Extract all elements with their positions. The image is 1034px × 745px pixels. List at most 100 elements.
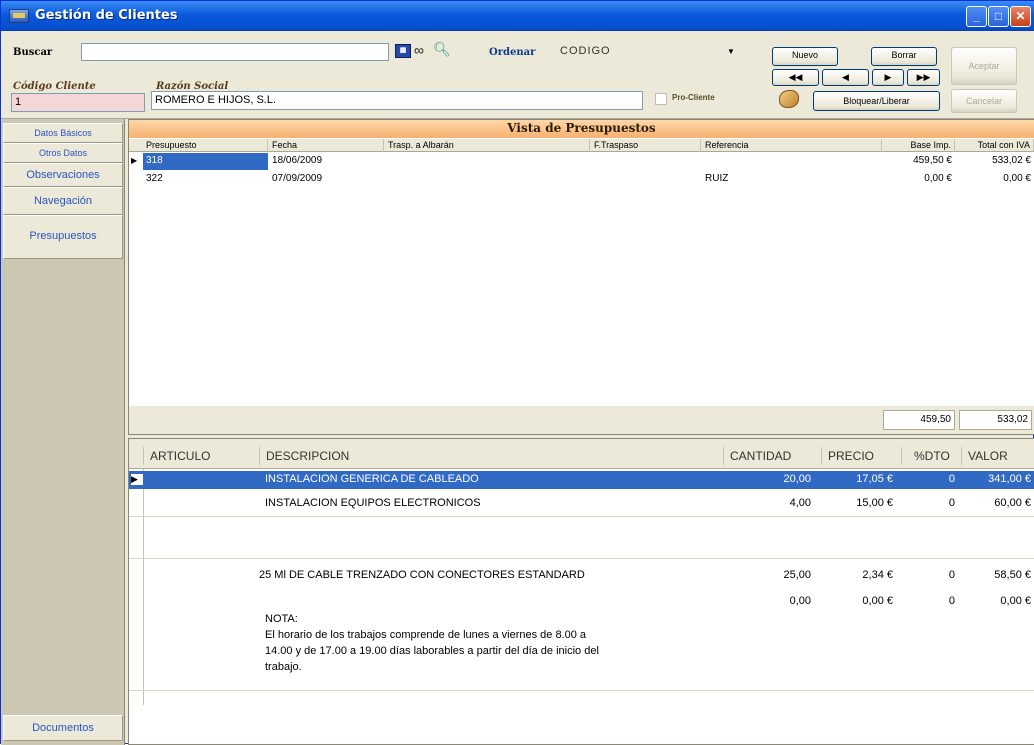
cell-price[interactable]: 17,05 € [821, 473, 893, 485]
budgets-summary: 459,50 533,02 [129, 406, 1034, 434]
previous-record-button[interactable]: ◀ [822, 69, 869, 86]
cell-base[interactable]: 459,50 € [883, 153, 955, 170]
column-header-date[interactable]: Fecha [269, 139, 384, 152]
note-text[interactable]: NOTA: El horario de los trabajos compren… [265, 611, 721, 675]
delete-button[interactable]: Borrar [871, 47, 937, 66]
cell-date[interactable]: 07/09/2009 [269, 171, 384, 188]
eraser-icon[interactable] [779, 90, 799, 108]
table-row[interactable]: 0,00 0,00 € 0 0,00 € NOTA: El horario de… [129, 591, 1034, 691]
cell-quantity[interactable]: 0,00 [723, 595, 811, 607]
cell-budget[interactable]: 322 [143, 171, 268, 188]
cancel-button[interactable]: Cancelar [951, 89, 1017, 113]
cell-budget[interactable]: 318 [143, 153, 268, 170]
client-code-input[interactable]: 1 [11, 93, 145, 112]
chevron-down-icon[interactable]: ▼ [727, 47, 735, 56]
cell-quantity[interactable]: 20,00 [723, 473, 811, 485]
cell-value[interactable]: 341,00 € [961, 473, 1031, 485]
column-header-reference[interactable]: Referencia [702, 139, 882, 152]
cell-base[interactable]: 0,00 € [883, 171, 955, 188]
cell-description[interactable]: 25 Ml DE CABLE TRENZADO CON CONECTORES E… [259, 569, 721, 581]
sidebar-item-navigation[interactable]: Navegación [3, 187, 123, 215]
column-header-price[interactable]: PRECIO [821, 447, 901, 465]
new-button[interactable]: Nuevo [772, 47, 838, 66]
keyboard-icon[interactable]: ▦ [395, 44, 411, 58]
cell-transfer[interactable] [385, 171, 590, 188]
search-input[interactable] [81, 43, 389, 61]
cell-transfer-date[interactable] [591, 171, 701, 188]
order-select[interactable]: CODIGO [557, 43, 749, 61]
table-row[interactable]: ▶ INSTALACION GENERICA DE CABLEADO 20,00… [129, 471, 1034, 489]
cell-price[interactable]: 15,00 € [821, 497, 893, 509]
title-bar: Gestión de Clientes _ □ ✕ [1, 1, 1034, 31]
cell-reference[interactable] [702, 153, 882, 170]
cell-quantity[interactable]: 25,00 [723, 569, 811, 581]
toolbar: Buscar ▦ ∞ 🔍︎ Ordenar CODIGO ▼ Código Cl… [1, 31, 1034, 119]
cell-value[interactable]: 58,50 € [961, 569, 1031, 581]
search-label: Buscar [13, 47, 53, 58]
cell-quantity[interactable]: 4,00 [723, 497, 811, 509]
table-row[interactable]: 25 Ml DE CABLE TRENZADO CON CONECTORES E… [129, 537, 1034, 581]
table-row[interactable]: INSTALACION EQUIPOS ELECTRONICOS 4,00 15… [129, 495, 1034, 517]
sidebar: Datos Básicos Otros Datos Observaciones … [1, 119, 125, 745]
sidebar-item-other-data[interactable]: Otros Datos [3, 143, 123, 163]
column-header-base[interactable]: Base Imp. [883, 139, 955, 152]
table-row[interactable]: 322 07/09/2009 RUIZ 0,00 € 0,00 € [129, 171, 1034, 188]
row-pointer-icon: ▶ [131, 474, 143, 485]
accept-button[interactable]: Aceptar [951, 47, 1017, 85]
cell-transfer[interactable] [385, 153, 590, 170]
cell-transfer-date[interactable] [591, 153, 701, 170]
cell-description[interactable]: INSTALACION EQUIPOS ELECTRONICOS [265, 497, 721, 509]
budgets-panel: Vista de Presupuestos Presupuesto Fecha … [128, 119, 1034, 435]
note-line: El horario de los trabajos comprende de … [265, 629, 587, 641]
close-button[interactable]: ✕ [1010, 6, 1031, 27]
sidebar-item-budgets[interactable]: Presupuestos [3, 215, 123, 259]
budget-lines-panel: ARTICULO DESCRIPCION CANTIDAD PRECIO %DT… [128, 438, 1034, 745]
cell-price[interactable]: 0,00 € [821, 595, 893, 607]
note-line: 14.00 y de 17.00 a 19.00 días laborables… [265, 645, 599, 657]
column-header-transfer[interactable]: Trasp. a Albarán [385, 139, 590, 152]
column-header-transfer-date[interactable]: F.Traspaso [591, 139, 701, 152]
next-record-button[interactable]: ▶ [872, 69, 904, 86]
first-record-button[interactable]: ◀◀ [772, 69, 819, 86]
maximize-button[interactable]: □ [988, 6, 1009, 27]
binoculars-icon[interactable]: ∞ [414, 42, 424, 58]
note-line: trabajo. [265, 661, 302, 673]
cell-total[interactable]: 533,02 € [956, 153, 1034, 170]
lines-table-header: ARTICULO DESCRIPCION CANTIDAD PRECIO %DT… [129, 439, 1034, 469]
column-header-description[interactable]: DESCRIPCION [259, 447, 723, 465]
table-row[interactable]: ▶ 318 18/06/2009 459,50 € 533,02 € [129, 153, 1034, 170]
sidebar-item-observations[interactable]: Observaciones [3, 163, 123, 187]
column-header-budget[interactable]: Presupuesto [143, 139, 268, 152]
cell-discount[interactable]: 0 [901, 569, 955, 581]
last-record-button[interactable]: ▶▶ [907, 69, 940, 86]
order-label: Ordenar [489, 47, 536, 58]
column-header-quantity[interactable]: CANTIDAD [723, 447, 821, 465]
cell-price[interactable]: 2,34 € [821, 569, 893, 581]
magnifier-icon[interactable]: 🔍︎ [433, 41, 451, 58]
cell-discount[interactable]: 0 [901, 473, 955, 485]
sum-total: 533,02 [959, 410, 1032, 430]
sidebar-item-basic-data[interactable]: Datos Básicos [3, 123, 123, 143]
minimize-button[interactable]: _ [966, 6, 987, 27]
pro-client-label: Pro-Cliente [672, 93, 715, 102]
cell-total[interactable]: 0,00 € [956, 171, 1034, 188]
column-header-value[interactable]: VALOR [961, 447, 1034, 465]
cell-value[interactable]: 60,00 € [961, 497, 1031, 509]
column-header-article[interactable]: ARTICULO [143, 447, 259, 465]
sidebar-item-documents[interactable]: Documentos [3, 715, 123, 741]
column-header-discount[interactable]: %DTO [901, 447, 961, 465]
cell-discount[interactable]: 0 [901, 595, 955, 607]
window-title: Gestión de Clientes [35, 8, 178, 23]
cell-date[interactable]: 18/06/2009 [269, 153, 384, 170]
app-icon [9, 9, 29, 23]
cell-reference[interactable]: RUIZ [702, 171, 882, 188]
lock-release-button[interactable]: Bloquear/Liberar [813, 91, 940, 111]
cell-discount[interactable]: 0 [901, 497, 955, 509]
column-header-total[interactable]: Total con IVA [956, 139, 1034, 152]
cell-description[interactable]: INSTALACION GENERICA DE CABLEADO [265, 473, 721, 485]
sum-base: 459,50 [883, 410, 955, 430]
pro-client-checkbox[interactable] [655, 93, 667, 105]
company-name-input[interactable]: ROMERO E HIJOS, S.L. [151, 91, 643, 110]
budgets-panel-title: Vista de Presupuestos [129, 120, 1034, 138]
cell-value[interactable]: 0,00 € [961, 595, 1031, 607]
